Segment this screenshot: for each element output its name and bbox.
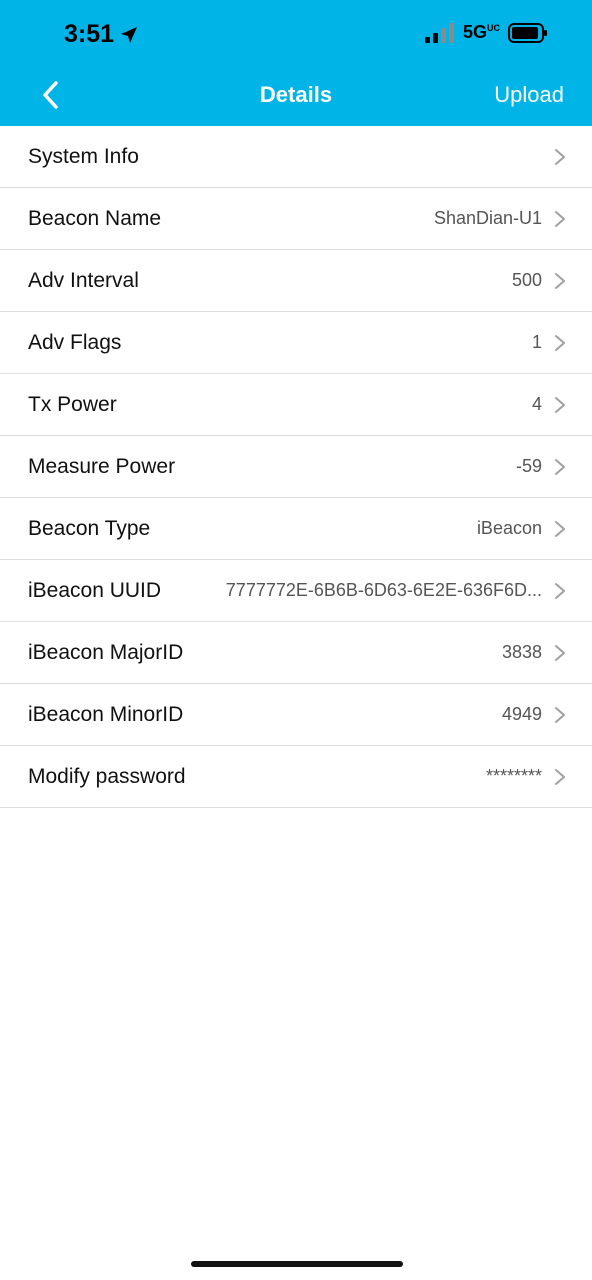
chevron-right-icon: [554, 768, 566, 786]
list-row-modify-password[interactable]: Modify password ********: [0, 746, 592, 808]
row-value: 4949: [501, 704, 542, 724]
list-row-adv-flags[interactable]: Adv Flags 1: [0, 312, 592, 374]
row-label: Modify password: [28, 764, 186, 788]
list-row-system-info[interactable]: System Info: [0, 126, 592, 188]
list-row-ibeacon-uuid[interactable]: iBeacon UUID 7777772E-6B6B-6D63-6E2E-636F…: [0, 560, 592, 622]
network-type-text: 5G: [462, 22, 487, 42]
cellular-signal-icon: [424, 22, 454, 43]
row-label: Tx Power: [28, 392, 117, 416]
navigation-header: 3:51 5GUC Details Upload: [0, 0, 592, 126]
row-label: Adv Interval: [28, 268, 139, 292]
row-value: ********: [485, 766, 542, 786]
row-value: 3838: [501, 642, 542, 662]
status-time: 3:51: [64, 20, 138, 49]
network-type: 5GUC: [463, 22, 500, 43]
chevron-right-icon: [554, 210, 566, 228]
row-label: Measure Power: [28, 454, 176, 478]
chevron-right-icon: [554, 148, 566, 166]
row-label: Adv Flags: [28, 330, 122, 354]
row-value: 4: [531, 394, 542, 414]
list-row-ibeacon-majorid[interactable]: iBeacon MajorID 3838: [0, 622, 592, 684]
row-value: ShanDian-U1: [433, 208, 542, 228]
row-value: 1: [531, 332, 542, 352]
chevron-right-icon: [554, 272, 566, 290]
row-label: Beacon Name: [28, 206, 162, 230]
row-value: 7777772E-6B6B-6D63-6E2E-636F6D...: [225, 580, 542, 600]
row-label: Beacon Type: [28, 516, 151, 540]
chevron-right-icon: [554, 582, 566, 600]
list-row-measure-power[interactable]: Measure Power -59: [0, 436, 592, 498]
list-row-beacon-name[interactable]: Beacon Name ShanDian-U1: [0, 188, 592, 250]
home-indicator[interactable]: [191, 1261, 403, 1267]
row-label: iBeacon MajorID: [28, 640, 184, 664]
status-time-text: 3:51: [64, 20, 115, 48]
list-row-beacon-type[interactable]: Beacon Type iBeacon: [0, 498, 592, 560]
chevron-right-icon: [554, 396, 566, 414]
row-label: iBeacon UUID: [28, 578, 162, 602]
location-arrow-icon: [121, 26, 138, 43]
row-value: -59: [515, 456, 542, 476]
list-row-adv-interval[interactable]: Adv Interval 500: [0, 250, 592, 312]
battery-icon: [508, 22, 547, 43]
chevron-right-icon: [554, 334, 566, 352]
chevron-right-icon: [554, 644, 566, 662]
row-label: iBeacon MinorID: [28, 702, 184, 726]
row-value: iBeacon: [476, 518, 542, 538]
upload-button[interactable]: Upload: [494, 82, 564, 108]
row-label: System Info: [28, 144, 139, 168]
list-row-tx-power[interactable]: Tx Power 4: [0, 374, 592, 436]
chevron-right-icon: [554, 458, 566, 476]
status-indicators: 5GUC: [424, 22, 548, 43]
details-list: System Info Beacon Name ShanDian-U1 Adv Int…: [0, 126, 592, 808]
row-value: 500: [511, 270, 542, 290]
list-row-ibeacon-minorid[interactable]: iBeacon MinorID 4949: [0, 684, 592, 746]
network-type-superscript: UC: [487, 23, 500, 33]
chevron-right-icon: [554, 520, 566, 538]
chevron-right-icon: [554, 706, 566, 724]
